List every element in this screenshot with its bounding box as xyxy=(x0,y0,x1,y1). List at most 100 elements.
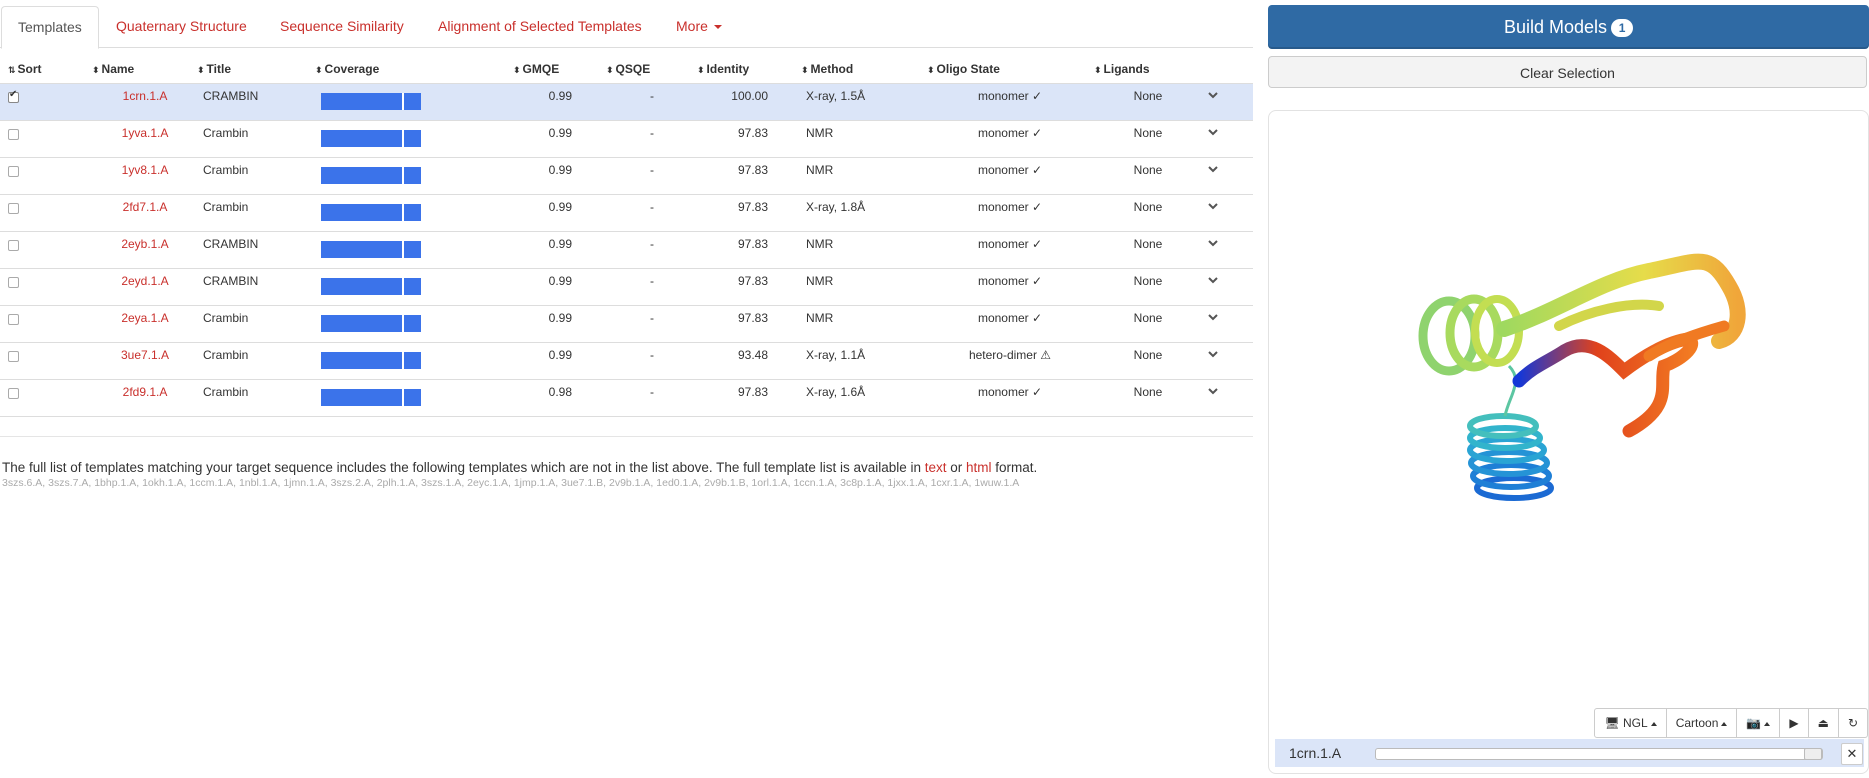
template-name-link[interactable]: 2eya.1.A xyxy=(100,306,190,330)
oligo-state-value: monomer ✓ xyxy=(977,311,1043,325)
chevron-down-icon[interactable] xyxy=(1208,275,1218,285)
play-button[interactable]: ▶ xyxy=(1779,708,1809,738)
coverage-fill xyxy=(321,278,421,295)
extra-templates-list: 3szs.6.A, 3szs.7.A, 1bhp.1.A, 1okh.1.A, … xyxy=(2,477,1020,489)
tab-quaternary-structure[interactable]: Quaternary Structure xyxy=(116,6,247,46)
coverage-gap xyxy=(402,130,404,147)
table-row[interactable]: 1yva.1.A Crambin 0.99 - 97.83 NMR monomer ✓ Non… xyxy=(0,121,1253,158)
coverage-gap xyxy=(402,241,404,258)
method-header[interactable]: ⬍ Method xyxy=(801,62,853,76)
close-structure-button[interactable]: ✕ xyxy=(1841,743,1863,765)
template-name-link[interactable]: 2eyd.1.A xyxy=(100,269,190,293)
template-title: CRAMBIN xyxy=(203,274,259,288)
table-row[interactable]: 2fd9.1.A Crambin 0.98 - 97.83 X-ray, 1.6Å mono… xyxy=(0,380,1253,417)
select-checkbox[interactable] xyxy=(8,314,19,325)
ligands-value: None xyxy=(1133,274,1163,288)
coverage-fill xyxy=(321,241,421,258)
coverage-fill xyxy=(321,389,421,406)
template-title: CRAMBIN xyxy=(203,237,259,251)
tab-sequence-similarity[interactable]: Sequence Similarity xyxy=(280,6,404,46)
select-checkbox[interactable] xyxy=(8,203,19,214)
select-checkbox[interactable] xyxy=(8,166,19,177)
select-checkbox[interactable] xyxy=(8,388,19,399)
clear-selection-button[interactable]: Clear Selection xyxy=(1268,56,1867,88)
template-name-link[interactable]: 2eyb.1.A xyxy=(100,232,190,256)
name-header[interactable]: ⬍ Name xyxy=(92,62,134,76)
coverage-gap xyxy=(402,278,404,295)
table-row[interactable]: 2eya.1.A Crambin 0.99 - 97.83 NMR monomer ✓ Non… xyxy=(0,306,1253,343)
sort-icon: ⬍ xyxy=(801,65,809,75)
coverage-fill xyxy=(321,352,421,369)
coverage-fill xyxy=(321,93,421,110)
screenshot-dropdown[interactable]: 📷 xyxy=(1736,708,1781,738)
table-row[interactable]: 3ue7.1.A Crambin 0.99 - 93.48 X-ray, 1.1Å hete… xyxy=(0,343,1253,380)
eject-button[interactable]: ⏏ xyxy=(1807,708,1839,738)
select-checkbox[interactable] xyxy=(8,277,19,288)
sort-icon: ⬍ xyxy=(697,65,705,75)
template-name-link[interactable]: 1crn.1.A xyxy=(100,84,190,108)
chevron-down-icon[interactable] xyxy=(1208,349,1218,359)
build-models-button[interactable]: Build Models 1 xyxy=(1268,5,1869,49)
template-name-link[interactable]: 2fd9.1.A xyxy=(100,380,190,404)
gmqe-value: 0.99 xyxy=(548,274,572,288)
table-row[interactable]: 2eyd.1.A CRAMBIN 0.99 - 97.83 NMR monomer ✓ Non… xyxy=(0,269,1253,306)
sort-icon: ⬍ xyxy=(513,65,521,75)
tab-more[interactable]: More xyxy=(676,6,722,46)
template-title: CRAMBIN xyxy=(203,89,259,103)
table-row[interactable]: 1crn.1.A CRAMBIN 0.99 - 100.00 X-ray, 1.5Å mon… xyxy=(0,84,1253,121)
gmqe-header[interactable]: ⬍ GMQE xyxy=(513,62,559,76)
template-name-link[interactable]: 3ue7.1.A xyxy=(100,343,190,367)
chevron-down-icon[interactable] xyxy=(1208,127,1218,137)
structure-viewer[interactable]: 🖥 NGL Cartoon 📷 ▶ ⏏ ↻ 1crn.1.A ✕ xyxy=(1268,110,1869,774)
qsqe-value: - xyxy=(650,126,654,140)
slider-handle[interactable] xyxy=(1804,748,1822,760)
text-format-link[interactable]: text xyxy=(925,460,947,475)
chevron-down-icon[interactable] xyxy=(1208,90,1218,100)
qsqe-value: - xyxy=(650,348,654,362)
sort-icon: ⬍ xyxy=(1094,65,1102,75)
ligands-value: None xyxy=(1133,163,1163,177)
select-checkbox[interactable] xyxy=(8,129,19,140)
chevron-down-icon[interactable] xyxy=(1208,238,1218,248)
qsqe-header[interactable]: ⬍ QSQE xyxy=(606,62,650,76)
template-name-link[interactable]: 2fd7.1.A xyxy=(100,195,190,219)
chevron-down-icon[interactable] xyxy=(1208,386,1218,396)
sort-header[interactable]: ⇅ Sort xyxy=(8,62,42,76)
ligands-value: None xyxy=(1133,385,1163,399)
select-checkbox[interactable] xyxy=(8,351,19,362)
qsqe-value: - xyxy=(650,385,654,399)
template-name-link[interactable]: 1yva.1.A xyxy=(100,121,190,145)
ligands-value: None xyxy=(1133,237,1163,251)
chevron-down-icon[interactable] xyxy=(1208,312,1218,322)
ligands-header[interactable]: ⬍ Ligands xyxy=(1094,62,1150,76)
coverage-header[interactable]: ⬍ Coverage xyxy=(315,62,379,76)
qsqe-value: - xyxy=(650,311,654,325)
caret-up-icon xyxy=(1721,721,1728,726)
identity-value: 97.83 xyxy=(737,311,768,325)
gmqe-value: 0.98 xyxy=(548,385,572,399)
table-row[interactable]: 2fd7.1.A Crambin 0.99 - 97.83 X-ray, 1.8Å mono… xyxy=(0,195,1253,232)
caret-down-icon xyxy=(713,25,722,30)
html-format-link[interactable]: html xyxy=(966,460,992,475)
tab-alignment-selected[interactable]: Alignment of Selected Templates xyxy=(438,6,642,46)
select-checkbox[interactable] xyxy=(8,89,19,103)
reset-button[interactable]: ↻ xyxy=(1837,708,1868,738)
style-dropdown[interactable]: Cartoon xyxy=(1665,708,1738,738)
frame-slider[interactable] xyxy=(1375,748,1823,760)
select-checkbox[interactable] xyxy=(8,240,19,251)
engine-dropdown[interactable]: 🖥 NGL xyxy=(1594,708,1667,738)
table-row[interactable]: 1yv8.1.A Crambin 0.99 - 97.83 NMR monomer ✓ Non… xyxy=(0,158,1253,195)
chevron-down-icon[interactable] xyxy=(1208,201,1218,211)
ligands-value: None xyxy=(1133,348,1163,362)
coverage-gap xyxy=(402,204,404,221)
chevron-down-icon[interactable] xyxy=(1208,164,1218,174)
table-row[interactable]: 2eyb.1.A CRAMBIN 0.99 - 97.83 NMR monomer ✓ Non… xyxy=(0,232,1253,269)
identity-header[interactable]: ⬍ Identity xyxy=(697,62,749,76)
template-name-link[interactable]: 1yv8.1.A xyxy=(100,158,190,182)
coverage-fill xyxy=(321,315,421,332)
method-header-label: Method xyxy=(810,62,854,76)
tab-templates[interactable]: Templates xyxy=(1,6,99,49)
oligo-state-value: monomer ✓ xyxy=(977,126,1043,140)
oligo-state-header[interactable]: ⬍ Oligo State xyxy=(927,62,1000,76)
title-header[interactable]: ⬍ Title xyxy=(197,62,231,76)
